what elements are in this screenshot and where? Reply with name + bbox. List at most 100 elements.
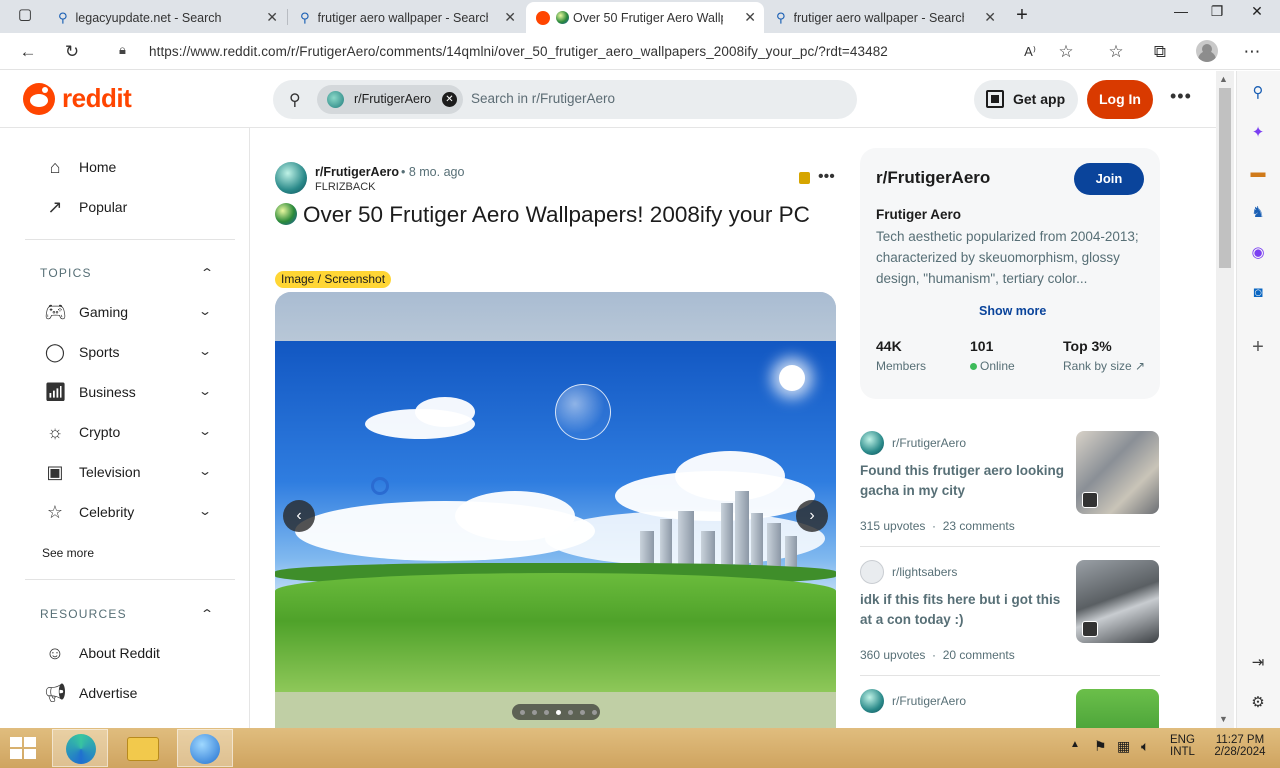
clear-chip-icon[interactable]: ✕: [442, 92, 457, 107]
about-subreddit-name[interactable]: r/FrutigerAero: [876, 168, 990, 188]
browser-tab-3[interactable]: Over 50 Frutiger Aero Wallpapers ✕: [526, 2, 764, 33]
close-tab-icon[interactable]: ✕: [504, 9, 516, 26]
flag-icon[interactable]: ⚑: [1094, 738, 1107, 755]
add-favorite-icon[interactable]: ☆: [1052, 38, 1080, 66]
url-bar[interactable]: 🔒︎ https://www.reddit.com/r/FrutigerAero…: [106, 37, 1106, 65]
close-window-icon[interactable]: ✕: [1240, 0, 1274, 24]
related-subreddit[interactable]: r/FrutigerAero: [892, 436, 966, 450]
gallery-next-button[interactable]: ›: [796, 500, 828, 532]
chevron-up-icon[interactable]: ⌃: [200, 607, 214, 621]
related-thumbnail[interactable]: [1076, 560, 1159, 643]
close-tab-icon[interactable]: ✕: [266, 9, 278, 26]
page-scrollbar[interactable]: ▲ ▼: [1216, 71, 1234, 728]
related-title[interactable]: Found this frutiger aero looking gacha i…: [860, 461, 1065, 501]
related-subreddit[interactable]: r/lightsabers: [892, 565, 957, 579]
topic-crypto[interactable]: ☼ Crypto ⌄: [44, 421, 224, 445]
sidebar-settings-icon[interactable]: ⚙: [1248, 693, 1268, 713]
scroll-down-icon[interactable]: ▼: [1219, 714, 1228, 724]
close-tab-icon[interactable]: ✕: [984, 9, 996, 26]
post-image-gallery[interactable]: ‹ ›: [275, 292, 836, 728]
related-post-3[interactable]: r/FrutigerAero: [860, 689, 1160, 728]
shopping-icon[interactable]: ▬: [1248, 163, 1268, 183]
search-bar[interactable]: ⚲ r/FrutigerAero ✕ Search in r/FrutigerA…: [273, 80, 857, 119]
browser-tab-1[interactable]: ⚲ legacyupdate.net - Search ✕: [48, 2, 286, 33]
chevron-up-icon[interactable]: ⌃: [200, 266, 214, 280]
join-button[interactable]: Join: [1074, 163, 1144, 195]
chevron-down-icon[interactable]: ⌄: [198, 504, 212, 518]
taskbar-explorer-app[interactable]: [115, 729, 171, 767]
related-thumbnail[interactable]: [1076, 431, 1159, 514]
search-subreddit-chip[interactable]: r/FrutigerAero ✕: [317, 85, 463, 114]
add-sidebar-app-icon[interactable]: +: [1248, 337, 1268, 357]
taskbar-update-app[interactable]: [177, 729, 233, 767]
reddit-wordmark[interactable]: reddit: [62, 83, 132, 114]
chevron-down-icon[interactable]: ⌄: [198, 464, 212, 478]
collections-icon[interactable]: ⧉: [1146, 38, 1174, 66]
related-subreddit[interactable]: r/FrutigerAero: [892, 694, 966, 708]
search-icon[interactable]: ⚲: [1248, 83, 1268, 103]
m365-icon[interactable]: ◉: [1248, 243, 1268, 263]
topic-business[interactable]: 📶︎ Business ⌄: [44, 381, 224, 405]
related-post-1[interactable]: r/FrutigerAero Found this frutiger aero …: [860, 431, 1160, 541]
resource-about-reddit[interactable]: ☺ About Reddit: [44, 642, 224, 666]
search-input[interactable]: Search in r/FrutigerAero: [471, 91, 615, 106]
chevron-down-icon[interactable]: ⌄: [198, 424, 212, 438]
start-windows-icon[interactable]: [10, 737, 38, 759]
rank-label-wrap[interactable]: Rank by size ↗: [1063, 359, 1145, 373]
tab-actions-icon[interactable]: ▢: [8, 4, 42, 28]
chevron-down-icon[interactable]: ⌄: [198, 304, 212, 318]
post-more-icon[interactable]: •••: [818, 168, 835, 186]
wallpaper-image[interactable]: [275, 341, 836, 692]
close-tab-icon[interactable]: ✕: [744, 9, 756, 26]
new-tab-icon[interactable]: +: [1005, 4, 1039, 28]
refresh-icon[interactable]: ↻: [58, 38, 86, 66]
gallery-dot[interactable]: [580, 710, 585, 715]
related-title[interactable]: idk if this fits here but i got this at …: [860, 590, 1065, 630]
scroll-thumb[interactable]: [1219, 88, 1231, 268]
hide-sidebar-icon[interactable]: ⇥: [1248, 653, 1268, 673]
network-icon[interactable]: ▦: [1117, 738, 1130, 755]
related-post-2[interactable]: r/lightsabers idk if this fits here but …: [860, 560, 1160, 670]
restore-icon[interactable]: ❐: [1200, 0, 1234, 24]
back-icon[interactable]: ←: [14, 38, 42, 66]
volume-icon[interactable]: 🔈︎: [1141, 738, 1149, 755]
gallery-dot[interactable]: [544, 710, 549, 715]
profile-avatar[interactable]: [1196, 40, 1218, 62]
gallery-prev-button[interactable]: ‹: [283, 500, 315, 532]
gallery-dot[interactable]: [520, 710, 525, 715]
minimize-icon[interactable]: —: [1164, 0, 1198, 24]
get-app-button[interactable]: Get app: [974, 80, 1078, 119]
browser-tab-2[interactable]: ⚲ frutiger aero wallpaper - Search ✕: [290, 2, 524, 33]
gallery-dot[interactable]: [532, 710, 537, 715]
resource-advertise[interactable]: 📢︎ Advertise: [44, 682, 224, 706]
resources-heading[interactable]: RESOURCES: [40, 607, 127, 621]
post-flair-badge[interactable]: Image / Screenshot: [275, 271, 392, 288]
reddit-logo-icon[interactable]: [23, 83, 55, 115]
post-author-flair[interactable]: FLRIZBACK: [315, 181, 376, 193]
browser-tab-4[interactable]: ⚲ frutiger aero wallpaper - Search ✕: [766, 2, 1004, 33]
nav-popular[interactable]: ↗ Popular: [44, 196, 224, 220]
games-icon[interactable]: ♞: [1248, 203, 1268, 223]
chevron-down-icon[interactable]: ⌄: [198, 344, 212, 358]
nav-home[interactable]: ⌂ Home: [44, 156, 224, 180]
topics-heading[interactable]: TOPICS: [40, 266, 92, 280]
gallery-pagination-dots[interactable]: [512, 704, 600, 720]
tray-overflow-icon[interactable]: ▲: [1070, 739, 1080, 750]
topic-celebrity[interactable]: ☆ Celebrity ⌄: [44, 501, 224, 525]
settings-more-icon[interactable]: ⋯: [1238, 38, 1266, 66]
copilot-sparkle-icon[interactable]: ✦: [1248, 123, 1268, 143]
topic-television[interactable]: ▣ Television ⌄: [44, 461, 224, 485]
scroll-up-icon[interactable]: ▲: [1219, 74, 1228, 84]
post-subreddit-link[interactable]: r/FrutigerAero: [315, 165, 399, 179]
favorites-icon[interactable]: ☆: [1102, 38, 1130, 66]
language-indicator[interactable]: ENG INTL: [1170, 734, 1195, 758]
topic-gaming[interactable]: 🎮︎ Gaming ⌄: [44, 301, 224, 325]
more-options-icon[interactable]: •••: [1170, 86, 1192, 107]
clock[interactable]: 11:27 PM 2/28/2024: [1210, 734, 1270, 758]
outlook-icon[interactable]: ◙: [1248, 283, 1268, 303]
login-button[interactable]: Log In: [1087, 80, 1153, 119]
related-thumbnail[interactable]: [1076, 689, 1159, 728]
gallery-dot[interactable]: [556, 710, 561, 715]
gallery-dot[interactable]: [568, 710, 573, 715]
chevron-down-icon[interactable]: ⌄: [198, 384, 212, 398]
